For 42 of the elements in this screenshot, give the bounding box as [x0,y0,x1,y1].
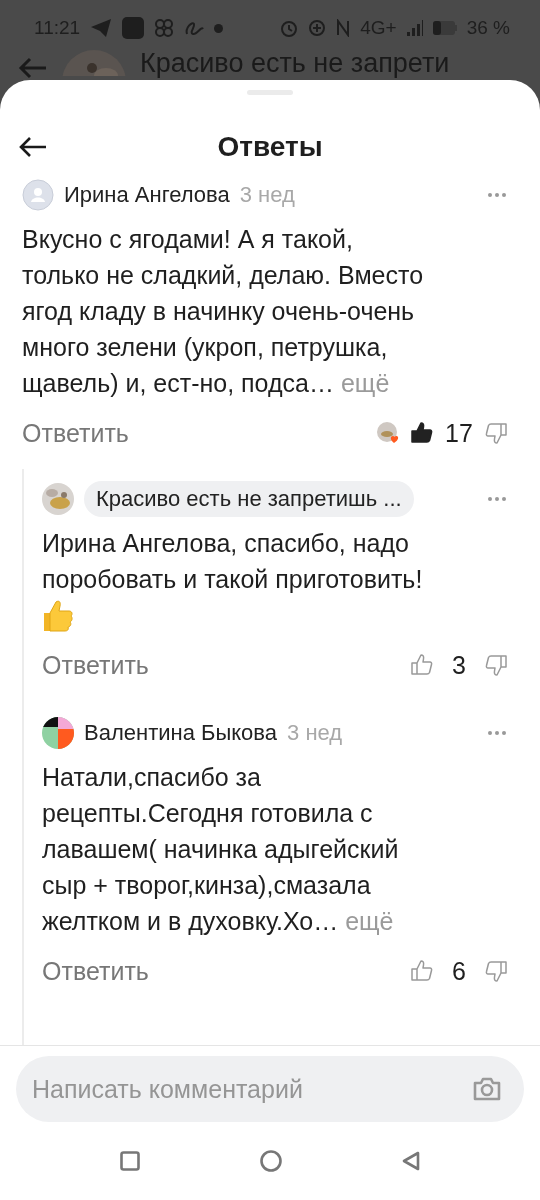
thumbs-up-icon[interactable] [410,421,434,445]
thumbs-up-icon[interactable] [410,653,434,677]
home-icon[interactable] [260,1150,282,1172]
more-dots-icon[interactable] [488,731,506,735]
like-count: 17 [444,418,474,448]
pinwheel-icon [154,18,175,38]
comment-text: Натали,спасибо за рецепты.Сегодня готовила с лавашем( начинка адыгейский сыр + творог,кинза),смазала желтком и в духовку.Хо… ещё [42,762,400,937]
plus-circle-icon [308,19,327,37]
paper-plane-icon [90,18,113,38]
recents-icon[interactable] [120,1151,140,1171]
thumbs-down-icon[interactable] [484,653,508,677]
author-name: Ирина Ангелова [64,182,230,208]
back-icon[interactable] [402,1151,420,1171]
camera-icon[interactable] [472,1076,502,1102]
comment-text: Ирина Ангелова, спасибо, надо поробовать и такой приготовить! [42,528,424,595]
back-arrow-icon[interactable] [18,135,48,159]
thumbs-down-icon[interactable] [484,959,508,983]
comment-text: Вкусно с ягодами! А я такой, только не сладкий, делаю. Вместо ягод кладу в начинку очень-очень много зелени (укроп, петрушка, щавель) и, ест-но, подса… ещё [22,224,425,399]
like-count: 6 [451,956,467,986]
signal-icon [406,20,423,36]
script-icon [184,20,205,36]
comment-time: 3 нед [287,720,343,746]
app-icon [122,17,145,39]
like-count: 3 [451,650,467,680]
comment-time: 3 нед [239,182,295,208]
more-dots-icon[interactable] [488,497,506,501]
thumbs-up-icon[interactable] [410,959,434,983]
author-name: Валентина Быкова [84,720,278,746]
reply-button[interactable]: Ответить [22,418,129,448]
battery-icon [432,21,457,35]
reply-button[interactable]: Ответить [42,650,149,680]
more-link[interactable]: ещё [340,369,390,397]
reply-button[interactable]: Ответить [42,956,149,986]
sheet-title: Ответы [217,131,323,163]
more-dots-icon[interactable] [488,193,506,197]
author-chip[interactable]: Красиво есть не запретишь ... [84,481,414,517]
dot-icon [214,23,224,33]
comment-field[interactable]: Написать комментарий [16,1056,524,1122]
alarm-icon [280,19,299,37]
nfc-icon [336,19,351,37]
more-link[interactable]: ещё [345,907,394,935]
thumbs-down-icon[interactable] [484,421,508,445]
